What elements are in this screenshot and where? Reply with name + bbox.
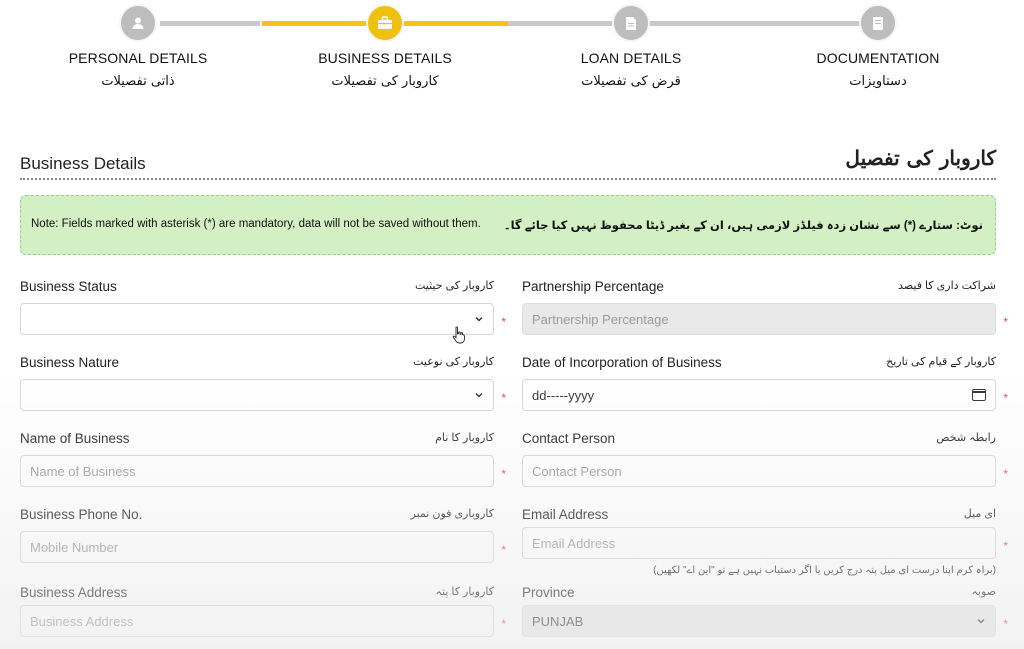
step-personal-details[interactable]: PERSONAL DETAILS ذاتی تفصیلات	[18, 4, 258, 89]
section-urdu-title: کاروبار کی تفصیل	[845, 146, 996, 170]
chevron-down-icon	[474, 314, 484, 324]
field-business-status: Business Status کاروبار کی حیثیت *	[20, 279, 506, 335]
field-label-urdu: کاروبار کا پتہ	[435, 586, 494, 598]
field-partnership-percentage: Partnership Percentage شراکت داری کا فیص…	[522, 279, 1008, 335]
field-business-name: Name of Business کاروبار کا نام Name of …	[20, 431, 506, 487]
field-label-urdu: کاروبار کی حیثیت	[414, 280, 494, 292]
section-header: Business Details کاروبار کی تفصیل	[20, 140, 996, 180]
business-phone-input[interactable]: Mobile Number	[20, 531, 494, 563]
field-contact-person: Contact Person رابطہ شخص Contact Person …	[522, 431, 1008, 487]
partnership-percentage-input[interactable]: Partnership Percentage	[522, 303, 996, 335]
required-asterisk: *	[501, 315, 506, 329]
field-label-urdu: رابطہ شخص	[936, 432, 996, 444]
field-label-urdu: کاروبار کے قیام کی تاریخ	[886, 356, 996, 368]
step-urdu-title: قرض کی تفصیلات	[581, 74, 681, 89]
field-label: Business Nature	[20, 355, 120, 370]
required-asterisk: *	[1003, 467, 1008, 481]
business-name-input[interactable]: Name of Business	[20, 455, 494, 487]
progress-stepper: PERSONAL DETAILS ذاتی تفصیلات BUSINESS D…	[0, 0, 1024, 110]
field-label-urdu: کاروبار کی نوعیت	[413, 356, 494, 368]
required-asterisk: *	[501, 543, 506, 557]
field-label: Email Address	[522, 507, 609, 522]
note-english: Note: Fields marked with asterisk (*) ar…	[31, 218, 481, 230]
step-urdu-title: کاروبار کی تفصیلات	[331, 74, 439, 89]
field-label: Partnership Percentage	[522, 279, 664, 294]
field-label: Business Phone No.	[20, 507, 143, 522]
calendar-icon[interactable]	[971, 389, 986, 401]
step-loan-details[interactable]: LOAN DETAILS قرض کی تفصیلات	[511, 4, 751, 89]
field-label-urdu: شراکت داری کا فیصد	[898, 280, 996, 292]
date-incorporation-input[interactable]: dd-----yyyy	[522, 379, 996, 411]
field-label: Date of Incorporation of Business	[522, 355, 722, 370]
folder-icon	[859, 4, 897, 42]
mandatory-note: Note: Fields marked with asterisk (*) ar…	[20, 195, 996, 255]
email-input[interactable]: Email Address	[522, 527, 996, 559]
required-asterisk: *	[1003, 539, 1008, 553]
field-label-urdu: ای میل	[963, 508, 996, 520]
required-asterisk: *	[1003, 617, 1008, 631]
hand-pointer-icon	[452, 326, 466, 344]
business-nature-select[interactable]	[20, 379, 494, 411]
business-status-select[interactable]	[20, 303, 494, 335]
section-title: Business Details	[20, 154, 146, 173]
required-asterisk: *	[1003, 391, 1008, 405]
document-icon	[612, 4, 650, 42]
required-asterisk: *	[501, 467, 506, 481]
step-business-details[interactable]: BUSINESS DETAILS کاروبار کی تفصیلات	[265, 4, 505, 89]
field-label-urdu: کاروبار کا نام	[435, 432, 494, 444]
business-address-input[interactable]: Business Address	[20, 605, 494, 637]
field-date-incorporation: Date of Incorporation of Business کاروبا…	[522, 355, 1008, 411]
step-title: LOAN DETAILS	[580, 50, 682, 66]
chevron-down-icon	[976, 616, 986, 626]
field-business-address: Business Address کاروبار کا پتہ Business…	[20, 585, 506, 637]
field-label: Contact Person	[522, 431, 616, 446]
step-documentation[interactable]: DOCUMENTATION دستاویزات	[758, 4, 998, 89]
step-urdu-title: ذاتی تفصیلات	[101, 74, 175, 89]
person-icon	[119, 4, 157, 42]
step-title: BUSINESS DETAILS	[318, 50, 452, 66]
email-hint-urdu: (براہ کرم اپنا درست ای میل پتہ درج کریں …	[653, 565, 996, 576]
step-urdu-title: دستاویزات	[849, 74, 907, 89]
field-label: Business Address	[20, 585, 128, 600]
step-title: DOCUMENTATION	[816, 50, 940, 66]
field-label-urdu: صوبہ	[971, 586, 996, 598]
field-label: Name of Business	[20, 431, 130, 446]
step-title: PERSONAL DETAILS	[68, 50, 208, 66]
required-asterisk: *	[501, 391, 506, 405]
field-business-nature: Business Nature کاروبار کی نوعیت *	[20, 355, 506, 411]
field-label: Business Status	[20, 279, 117, 294]
required-asterisk: *	[501, 617, 506, 631]
field-label-urdu: کاروباری فون نمبر	[410, 508, 495, 520]
required-asterisk: *	[1003, 315, 1008, 329]
contact-person-input[interactable]: Contact Person	[522, 455, 996, 487]
field-label: Province	[522, 585, 575, 600]
field-business-phone: Business Phone No. کاروباری فون نمبر Mob…	[20, 507, 506, 563]
note-urdu: نوٹ: ستارے (*) سے نشان زدہ فیلڈز لازمی ہ…	[503, 220, 983, 232]
field-email: Email Address ای میل Email Address * (بر…	[522, 507, 1008, 576]
province-select[interactable]: PUNJAB	[522, 605, 996, 637]
briefcase-icon	[366, 4, 404, 42]
field-province: Province صوبہ PUNJAB *	[522, 585, 1008, 637]
chevron-down-icon	[474, 390, 484, 400]
